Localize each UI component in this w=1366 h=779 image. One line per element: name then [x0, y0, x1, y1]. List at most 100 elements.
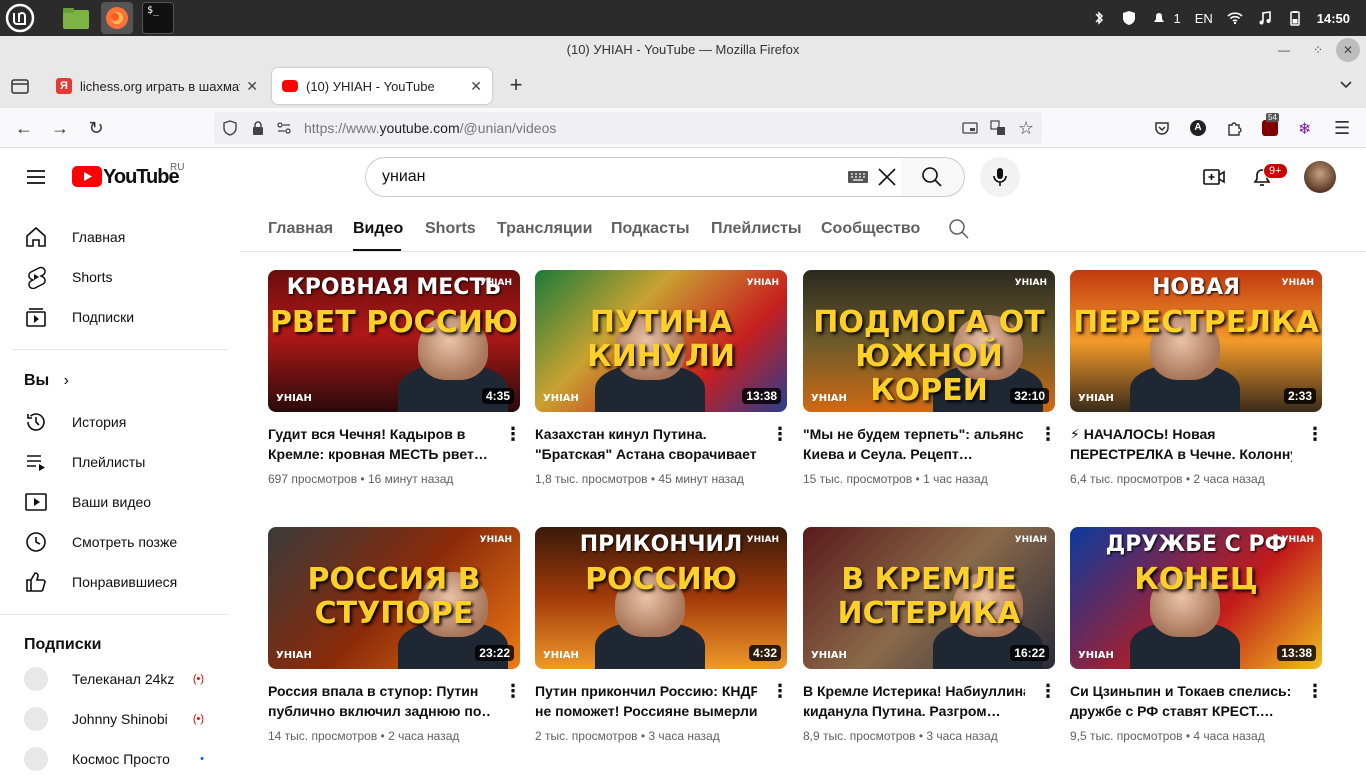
tab-playlists[interactable]: Плейлисты: [711, 220, 802, 238]
video-title[interactable]: Гудит вся Чечня! Кадыров в Кремле: кровна…: [268, 424, 490, 464]
sidebar-item-subscription[interactable]: Телеканал 24kz (•): [12, 659, 228, 699]
sidebar-item-label: Johnny Shinobi: [72, 711, 168, 727]
minimize-icon[interactable]: —: [1272, 36, 1296, 64]
search-button[interactable]: [901, 157, 965, 197]
forward-icon[interactable]: →: [48, 116, 72, 140]
pocket-icon[interactable]: [1154, 120, 1170, 141]
app-menu-icon[interactable]: ☰: [1334, 118, 1350, 139]
close-window-icon[interactable]: ✕: [1336, 38, 1360, 62]
reload-icon[interactable]: ↻: [84, 116, 108, 140]
video-thumbnail[interactable]: ПРИКОНЧИЛ РОССИЮ УНІАН УНІАН 4:32: [535, 527, 787, 669]
video-thumbnail[interactable]: НОВАЯ ПЕРЕСТРЕЛКА УНІАН УНІАН 2:33: [1070, 270, 1322, 412]
search-input[interactable]: униан: [365, 157, 902, 197]
music-icon[interactable]: [1257, 10, 1273, 26]
sidebar-item-history[interactable]: История: [12, 402, 228, 442]
sidebar-item-watch-later[interactable]: Смотреть позже: [12, 522, 228, 562]
avatar[interactable]: [1304, 161, 1336, 193]
video-thumbnail[interactable]: КРОВНАЯ МЕСТЬ РВЕТ РОССИЮ УНІАН УНІАН 4:35: [268, 270, 520, 412]
voice-search-button[interactable]: [980, 157, 1020, 197]
lock-icon[interactable]: [250, 120, 266, 139]
more-actions-icon[interactable]: ⋮: [504, 425, 522, 443]
more-actions-icon[interactable]: ⋮: [1039, 682, 1057, 700]
tab-lichess[interactable]: Я lichess.org играть в шахмат ✕: [46, 68, 268, 104]
more-actions-icon[interactable]: ⋮: [771, 425, 789, 443]
tab-overview-icon[interactable]: [8, 74, 32, 98]
more-actions-icon[interactable]: ⋮: [504, 682, 522, 700]
tab-home[interactable]: Главная: [268, 220, 333, 238]
url-text[interactable]: https://www.youtube.com/@unian/videos: [304, 120, 556, 136]
yandex-favicon-glyph: Я: [60, 80, 68, 92]
close-tab-icon[interactable]: ✕: [246, 78, 258, 95]
back-icon[interactable]: ←: [12, 116, 36, 140]
files-folder-icon[interactable]: [60, 2, 92, 34]
extensions-icon[interactable]: [1226, 120, 1242, 141]
url-host: youtube.com: [379, 120, 460, 136]
sidebar-subscriptions-header: Подписки: [24, 636, 102, 653]
more-actions-icon[interactable]: ⋮: [1039, 425, 1057, 443]
video-thumbnail[interactable]: ДРУЖБЕ С РФ КОНЕЦ УНІАН УНІАН 13:38: [1070, 527, 1322, 669]
video-thumbnail[interactable]: ПОДМОГА ОТ ЮЖНОЙ КОРЕИ УНІАН УНІАН 32:10: [803, 270, 1055, 412]
account-avatar-icon[interactable]: A: [1190, 120, 1206, 136]
clear-search-icon[interactable]: [876, 166, 898, 193]
bookmark-star-icon[interactable]: ☆: [1018, 118, 1034, 139]
video-title[interactable]: ⚡ НАЧАЛОСЬ! Новая ПЕРЕСТРЕЛКА в Чечне. Ко…: [1070, 424, 1292, 464]
video-title[interactable]: "Мы не будем терпеть": альянс Киева и Сеу…: [803, 424, 1025, 464]
sidebar-item-liked[interactable]: Понравившиеся: [12, 562, 228, 602]
notifications-icon[interactable]: [1151, 10, 1167, 26]
more-actions-icon[interactable]: ⋮: [771, 682, 789, 700]
tab-community[interactable]: Сообщество: [821, 220, 920, 238]
tab-podcasts[interactable]: Подкасты: [611, 220, 690, 238]
ublock-origin-icon[interactable]: [1262, 120, 1278, 136]
video-title[interactable]: Путин прикончил Россию: КНДР не поможет! …: [535, 681, 757, 721]
tab-live[interactable]: Трансляции: [497, 220, 592, 238]
maximize-icon[interactable]: ⁘: [1306, 36, 1330, 64]
battery-icon[interactable]: [1287, 10, 1303, 26]
video-thumbnail[interactable]: ПУТИНА КИНУЛИ УНІАН УНІАН 13:38: [535, 270, 787, 412]
more-actions-icon[interactable]: ⋮: [1306, 425, 1324, 443]
permissions-icon[interactable]: [276, 120, 292, 139]
sidebar-you-header[interactable]: Вы ›: [24, 372, 69, 390]
guide-menu-icon[interactable]: [24, 165, 48, 194]
video-title[interactable]: Си Цзиньпин и Токаев спелись: на дружбе с…: [1070, 681, 1292, 721]
tab-label: lichess.org играть в шахмат: [80, 78, 241, 94]
url-scheme: https://www.: [304, 120, 380, 136]
translate-icon[interactable]: [990, 120, 1006, 139]
tab-shorts[interactable]: Shorts: [425, 220, 476, 238]
sidebar-item-subscriptions[interactable]: Подписки: [12, 297, 228, 337]
video-thumbnail[interactable]: В КРЕМЛЕ ИСТЕРИКА УНІАН УНІАН 16:22: [803, 527, 1055, 669]
create-video-icon[interactable]: [1202, 165, 1226, 194]
picture-in-picture-icon[interactable]: [962, 120, 978, 139]
shield-update-icon[interactable]: [1121, 10, 1137, 26]
tab-youtube[interactable]: (10) УНІАН - YouTube ✕: [272, 68, 492, 104]
chevron-right-icon: ›: [63, 372, 69, 389]
sidebar-item-subscription[interactable]: Johnny Shinobi (•): [12, 699, 228, 739]
close-tab-icon[interactable]: ✕: [470, 78, 482, 95]
snowflake-extension-icon[interactable]: ❄: [1298, 119, 1311, 139]
terminal-icon[interactable]: $_: [142, 2, 174, 34]
window-titlebar[interactable]: (10) УНІАН - YouTube — Mozilla Firefox —…: [0, 36, 1366, 64]
tracking-protection-icon[interactable]: [222, 120, 238, 139]
tab-videos[interactable]: Видео: [353, 220, 403, 238]
video-thumbnail[interactable]: РОССИЯ В СТУПОРЕ УНІАН УНІАН 23:22: [268, 527, 520, 669]
video-title[interactable]: Россия впала в ступор: Путин публично вкл…: [268, 681, 490, 721]
sidebar-item-subscription[interactable]: Космос Просто •: [12, 739, 228, 779]
sidebar-item-your-videos[interactable]: Ваши видео: [12, 482, 228, 522]
more-actions-icon[interactable]: ⋮: [1306, 682, 1324, 700]
tab-list-chevron-icon[interactable]: [1338, 76, 1354, 92]
sidebar-item-home[interactable]: Главная: [12, 217, 228, 257]
wifi-icon[interactable]: [1227, 10, 1243, 26]
video-title[interactable]: В Кремле Истерика! Набиуллина киданула Пу…: [803, 681, 1025, 721]
bluetooth-icon[interactable]: [1091, 10, 1107, 26]
new-tab-button[interactable]: +: [504, 74, 528, 98]
firefox-icon[interactable]: [101, 2, 133, 34]
sidebar-item-shorts[interactable]: Shorts: [12, 257, 228, 297]
sidebar-item-playlists[interactable]: Плейлисты: [12, 442, 228, 482]
keyboard-layout[interactable]: EN: [1195, 11, 1213, 26]
url-bar[interactable]: https://www.youtube.com/@unian/videos ☆: [214, 112, 1042, 144]
virtual-keyboard-icon[interactable]: [848, 170, 868, 189]
linux-mint-menu-icon[interactable]: [4, 2, 36, 34]
youtube-logo[interactable]: YouTube RU: [72, 162, 184, 188]
channel-search-icon[interactable]: [948, 218, 970, 245]
video-title[interactable]: Казахстан кинул Путина. "Братская" Астана…: [535, 424, 757, 464]
clock[interactable]: 14:50: [1317, 11, 1350, 26]
